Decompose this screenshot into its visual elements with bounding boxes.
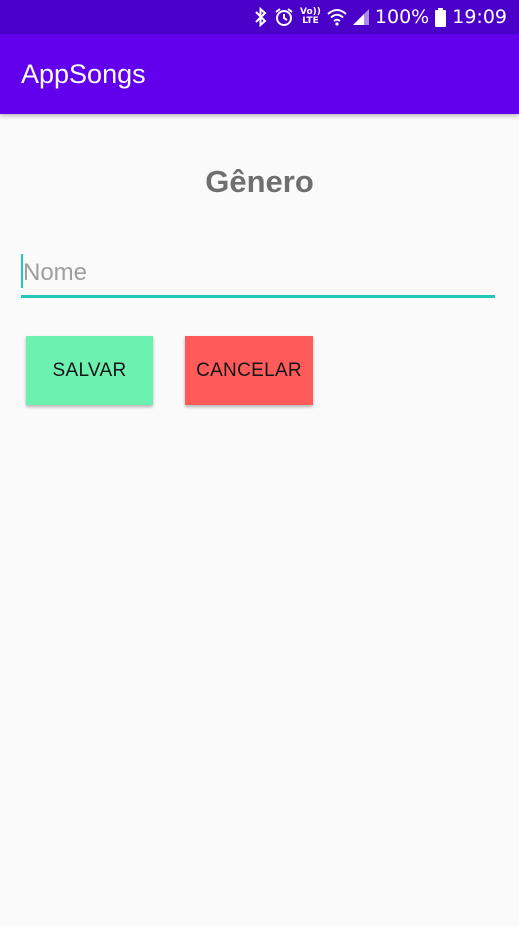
signal-icon	[352, 9, 369, 25]
app-title: AppSongs	[21, 58, 146, 89]
text-cursor	[21, 254, 23, 288]
bluetooth-icon	[254, 7, 268, 27]
save-button[interactable]: SALVAR	[26, 336, 153, 405]
volte-icon: Vo)) LTE	[300, 8, 321, 26]
page-title: Gênero	[205, 164, 314, 199]
battery-icon	[435, 7, 447, 27]
status-bar: Vo)) LTE 100% 19:09	[0, 0, 519, 34]
status-time: 19:09	[452, 6, 507, 28]
battery-percent: 100%	[374, 6, 430, 28]
name-field[interactable]	[21, 252, 495, 298]
volte-bottom-label: LTE	[302, 16, 319, 26]
app-bar: AppSongs	[0, 34, 519, 114]
cancel-button[interactable]: CANCELAR	[185, 336, 313, 405]
alarm-icon	[274, 7, 294, 27]
input-underline	[21, 295, 495, 298]
wifi-icon	[327, 8, 347, 26]
status-icons: Vo)) LTE 100% 19:09	[254, 0, 507, 34]
name-input[interactable]	[21, 252, 495, 294]
